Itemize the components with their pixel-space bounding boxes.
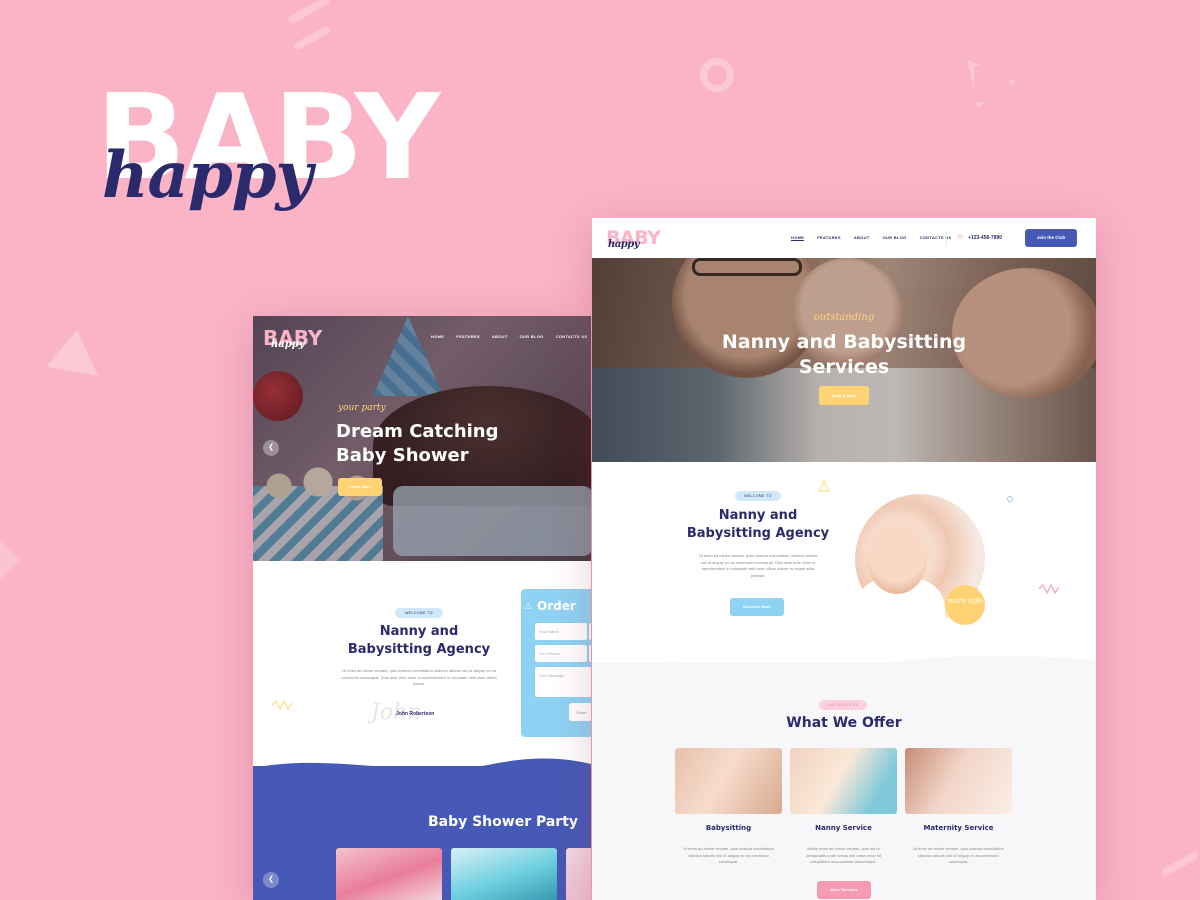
- order-form-title: Order: [537, 599, 576, 613]
- name-field[interactable]: Your Name: [535, 623, 587, 640]
- decor-triangle: [46, 330, 98, 376]
- order-form: △ Order Your Name Your Phone Your Messag…: [521, 589, 591, 737]
- nav-about[interactable]: ABOUT: [492, 334, 508, 339]
- learn-more-button[interactable]: Learn More: [338, 478, 382, 496]
- discover-more-button[interactable]: Discover More: [730, 598, 784, 616]
- hero-subtitle: your party: [338, 403, 386, 413]
- signature-name: John Robertson: [396, 711, 435, 717]
- slider-prev-button[interactable]: ❮: [263, 440, 279, 456]
- nav-our-blog[interactable]: OUR BLOG: [883, 235, 907, 241]
- nav-contacts[interactable]: CONTACTS US: [556, 334, 588, 339]
- main-nav: HOME FEATURES ABOUT OUR BLOG CONTACTS US: [791, 235, 951, 241]
- site-logo[interactable]: BABY happy: [606, 227, 661, 250]
- decor-squiggle: [1038, 584, 1060, 594]
- party-card-image[interactable]: [451, 848, 557, 900]
- about-title: Nanny and Babysitting Agency: [347, 624, 491, 657]
- decor-ring: [700, 58, 734, 92]
- services-title: What We Offer: [786, 715, 902, 731]
- decor-stripe: [287, 0, 331, 25]
- hero-title: Dream Catching Baby Shower: [336, 421, 499, 466]
- site-logo-script: happy: [271, 339, 305, 350]
- nav-about[interactable]: ABOUT: [854, 235, 870, 241]
- book-sitter-button[interactable]: Book a Sitter: [819, 386, 869, 405]
- triangle-icon: △: [525, 601, 532, 610]
- party-card-image[interactable]: [566, 848, 591, 900]
- hero-title: Nanny and Babysitting Services: [721, 331, 967, 378]
- party-title: Baby Shower Party: [427, 814, 579, 830]
- brand-logo-happy: happy: [102, 138, 313, 213]
- nav-features[interactable]: FEATURES: [456, 334, 480, 339]
- site-header: BABY happy HOME FEATURES ABOUT OUR BLOG …: [592, 218, 1096, 258]
- decor-triangle: [968, 60, 1016, 108]
- slider-prev-button[interactable]: ❮: [263, 872, 279, 888]
- decor-stripe: [292, 24, 332, 52]
- join-club-button[interactable]: Join the Club: [1025, 229, 1077, 247]
- maternity-service-image[interactable]: [905, 748, 1012, 814]
- service-text: Ut enim ad minim veniam, quis nostrud ex…: [913, 846, 1004, 864]
- nav-home[interactable]: HOME: [791, 235, 805, 241]
- site-logo-script: happy: [608, 239, 640, 250]
- nanny-service-image[interactable]: [790, 748, 897, 814]
- site-logo[interactable]: BABY happy: [263, 326, 322, 350]
- decor-stripe: [1160, 850, 1200, 878]
- chevron-left-icon: ❮: [268, 444, 274, 451]
- decor-dot: [1007, 496, 1013, 502]
- service-title[interactable]: Babysitting: [675, 824, 782, 832]
- more-services-button[interactable]: More Services: [817, 881, 871, 899]
- submit-button[interactable]: Subm: [569, 703, 591, 721]
- phone-icon: ☏: [956, 234, 965, 241]
- nav-features[interactable]: FEATURES: [817, 235, 841, 241]
- service-title[interactable]: Maternity Service: [905, 824, 1012, 832]
- service-text: Ut enim ad minim veniam, quis nostrud ex…: [683, 846, 774, 864]
- decor-triangle: [818, 480, 830, 492]
- divider: [946, 230, 947, 246]
- service-title[interactable]: Nanny Service: [790, 824, 897, 832]
- phone-number[interactable]: +123-456-7890: [968, 235, 1002, 241]
- welcome-tag: WELCOME TO: [735, 491, 781, 501]
- decor-triangle: [0, 540, 20, 580]
- main-nav: HOME FEATURES ABOUT OUR BLOG CONTACTS US: [431, 334, 587, 339]
- nav-home[interactable]: HOME: [431, 334, 444, 339]
- hero-subtitle: outstanding: [813, 312, 875, 323]
- decor-squiggle: [271, 700, 293, 710]
- chevron-left-icon: ❮: [268, 876, 274, 883]
- baby-face-image: [867, 524, 927, 594]
- date-field[interactable]: [589, 645, 591, 662]
- email-field[interactable]: [589, 623, 591, 640]
- about-text: Ut enim ad minim veniam, quis nostrud ex…: [341, 668, 497, 686]
- about-title: Nanny and Babysitting Agency: [686, 508, 830, 541]
- service-text: Minim enim ad minim veniam, quis est ut …: [806, 846, 881, 864]
- services-tag: OUR SERVICES: [819, 700, 867, 710]
- nav-our-blog[interactable]: OUR BLOG: [520, 334, 544, 339]
- welcome-tag: WELCOME TO: [395, 608, 443, 618]
- babysitting-image[interactable]: [675, 748, 782, 814]
- more-info-badge[interactable]: more info: [945, 585, 985, 625]
- phone-field[interactable]: Your Phone: [535, 645, 587, 662]
- about-text: Ut enim ad minim veniam, quis nostrud ex…: [698, 553, 818, 578]
- mockup-nanny-services-page: BABY happy HOME FEATURES ABOUT OUR BLOG …: [592, 218, 1096, 900]
- brand-logo: BABY happy: [96, 78, 486, 238]
- mockup-baby-shower-page: BABY happy HOME FEATURES ABOUT OUR BLOG …: [253, 316, 591, 900]
- message-field[interactable]: Your Message: [535, 667, 591, 697]
- party-card-image[interactable]: [336, 848, 442, 900]
